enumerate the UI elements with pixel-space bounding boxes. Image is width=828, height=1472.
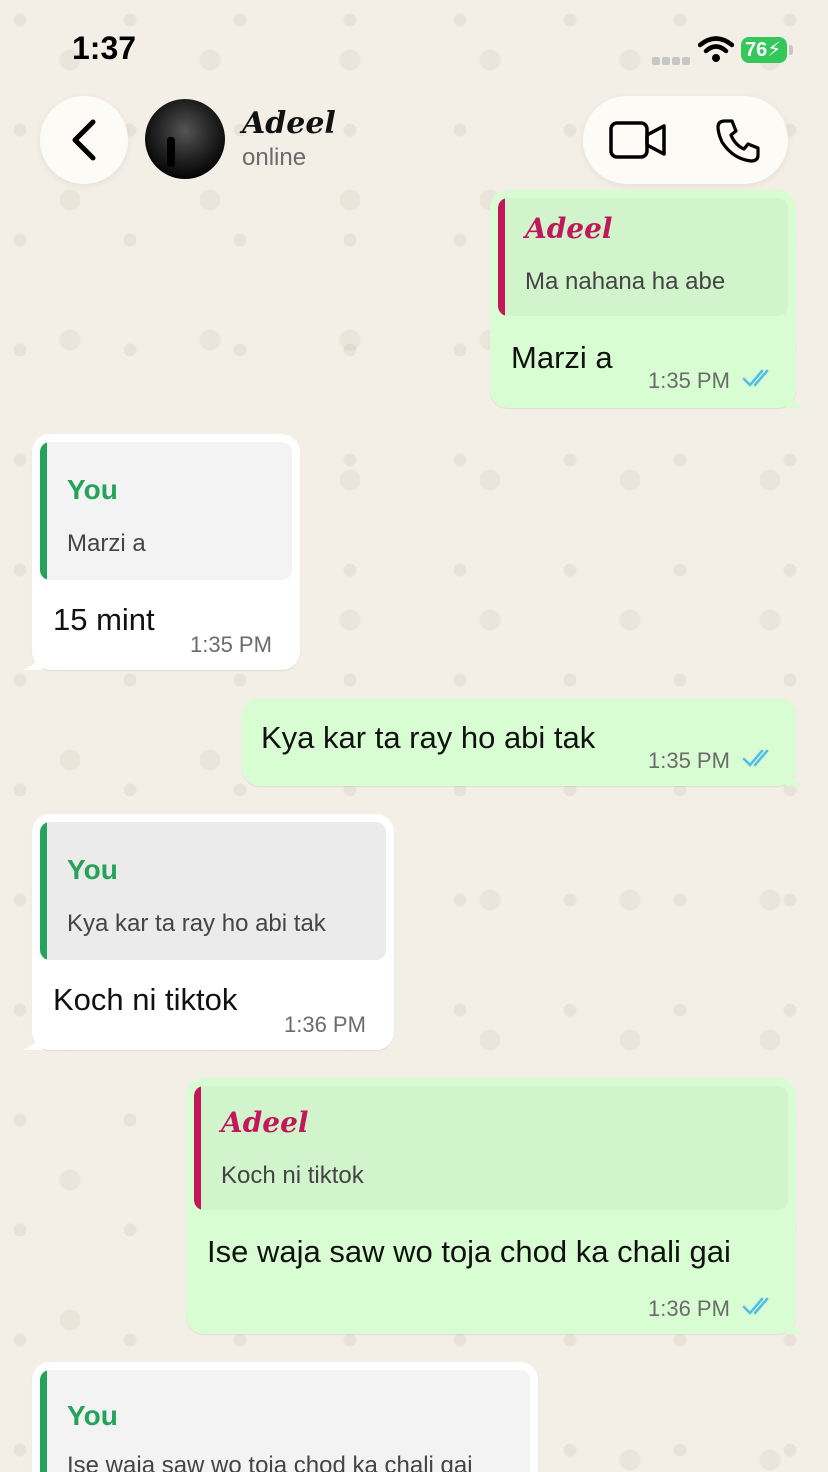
quote-author: Adeel xyxy=(221,1106,309,1139)
quote-text: Kya kar ta ray ho abi tak xyxy=(67,910,326,937)
message-time: 1:35 PM xyxy=(190,632,272,657)
video-call-icon[interactable] xyxy=(609,120,667,160)
message-text: 15 mint xyxy=(53,602,155,637)
read-receipt-icon xyxy=(742,369,769,387)
quote-author: You xyxy=(67,1400,118,1431)
quote-text: Marzi a xyxy=(67,530,146,557)
quoted-message[interactable]: Adeel Ma nahana ha abe xyxy=(498,198,788,316)
voice-call-icon[interactable] xyxy=(715,118,761,164)
chat-header: Adeel online xyxy=(0,80,828,204)
message-time: 1:36 PM xyxy=(284,1012,366,1037)
quote-accent-bar xyxy=(40,442,47,580)
message-bubble-incoming[interactable]: You Ise waja saw wo toja chod ka chali g… xyxy=(32,1362,538,1472)
read-receipt-icon xyxy=(742,1297,769,1315)
cellular-signal-icon xyxy=(652,52,692,65)
message-time: 1:36 PM xyxy=(648,1296,730,1321)
message-bubble-incoming[interactable]: You Kya kar ta ray ho abi tak Koch ni ti… xyxy=(22,814,394,1050)
quote-text: Ma nahana ha abe xyxy=(525,268,726,295)
quote-accent-bar xyxy=(194,1086,201,1210)
bubble-tail xyxy=(786,1316,806,1334)
quote-accent-bar xyxy=(40,822,47,960)
message-text: Koch ni tiktok xyxy=(53,982,238,1017)
battery-level: 76 xyxy=(745,39,768,61)
read-receipt-icon xyxy=(742,749,769,767)
message-bubble-incoming[interactable]: You Marzi a 15 mint 1:35 PM xyxy=(22,434,300,670)
quote-accent-bar xyxy=(498,198,505,316)
quote-text: Koch ni tiktok xyxy=(221,1162,364,1189)
quote-author: You xyxy=(67,474,118,505)
quote-author: Adeel xyxy=(525,212,613,245)
call-actions xyxy=(583,96,788,184)
message-bubble-outgoing[interactable]: Adeel Koch ni tiktok Ise waja saw wo toj… xyxy=(186,1078,806,1334)
message-time: 1:35 PM xyxy=(648,368,730,393)
chevron-left-icon xyxy=(72,119,96,161)
battery-icon: 76⚡ xyxy=(741,37,793,63)
message-bubble-outgoing[interactable]: Kya kar ta ray ho abi tak 1:35 PM xyxy=(242,698,806,786)
contact-name[interactable]: Adeel xyxy=(242,106,336,141)
quote-accent-bar xyxy=(40,1370,47,1472)
message-bubble-outgoing[interactable]: Adeel Ma nahana ha abe Marzi a 1:35 PM xyxy=(490,190,806,408)
bubble-tail xyxy=(22,652,42,670)
quoted-message[interactable]: You Ise waja saw wo toja chod ka chali g… xyxy=(40,1370,530,1472)
status-time: 1:37 xyxy=(72,30,137,66)
bubble-tail xyxy=(786,390,806,408)
quoted-message[interactable]: You Marzi a xyxy=(40,442,292,580)
bubble-tail xyxy=(22,1032,42,1050)
message-text: Kya kar ta ray ho abi tak xyxy=(261,720,596,755)
quoted-message[interactable]: You Kya kar ta ray ho abi tak xyxy=(40,822,386,960)
avatar[interactable] xyxy=(145,99,225,179)
quoted-message[interactable]: Adeel Koch ni tiktok xyxy=(194,1086,788,1210)
contact-status: online xyxy=(242,144,307,171)
wifi-icon xyxy=(698,36,734,62)
message-time: 1:35 PM xyxy=(648,748,730,773)
message-text: Ise waja saw wo toja chod ka chali gai xyxy=(207,1234,731,1269)
message-text: Marzi a xyxy=(511,340,613,375)
quote-text: Ise waja saw wo toja chod ka chali gai xyxy=(67,1452,473,1472)
back-button[interactable] xyxy=(40,96,128,184)
bubble-tail xyxy=(786,768,806,786)
quote-author: You xyxy=(67,854,118,885)
